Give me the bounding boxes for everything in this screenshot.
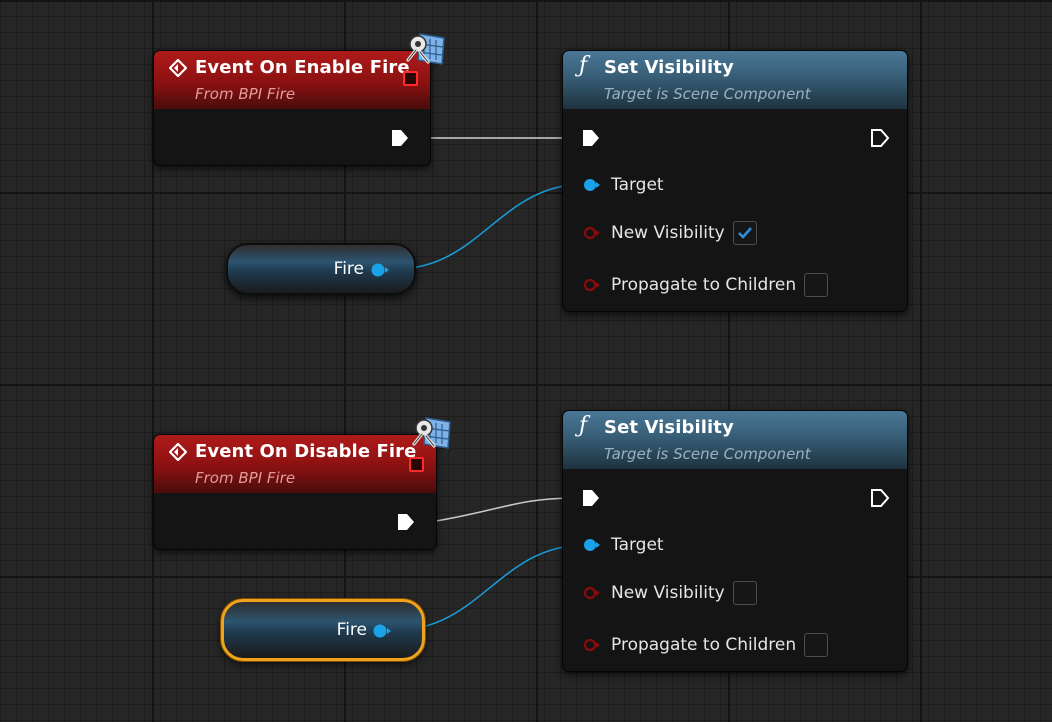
function-f-icon: ƒ [579,53,588,78]
event-node-subtitle: From BPI Fire [195,469,296,487]
variable-label: Fire [333,259,364,279]
object-pin-icon[interactable] [583,538,601,552]
event-node-title: Event On Disable Fire [195,441,417,462]
event-diamond-icon [169,59,187,77]
propagate-checkbox[interactable] [804,273,829,297]
exec-output-pin[interactable] [870,488,890,508]
event-node-header: Event On Enable Fire From BPI Fire [154,51,430,109]
function-node-set-visibility[interactable]: ƒ Set Visibility Target is Scene Compone… [562,50,908,312]
new-visibility-pin-row[interactable]: New Visibility [583,580,757,606]
event-diamond-icon [169,443,187,461]
target-pin-label: Target [611,175,664,195]
function-f-icon: ƒ [579,413,588,438]
target-wire[interactable] [395,183,586,270]
propagate-pin-label: Propagate to Children [611,275,797,295]
exec-input-pin[interactable] [581,488,601,508]
function-node-subtitle: Target is Scene Component [604,445,811,463]
event-node-subtitle: From BPI Fire [195,85,296,103]
object-pin-icon[interactable] [583,178,601,192]
exec-input-pin[interactable] [581,128,601,148]
target-pin-row[interactable]: Target [583,172,664,198]
variable-node-fire-selected[interactable]: Fire [221,599,425,661]
blueprint-graph-canvas[interactable]: Event On Enable Fire From BPI Fire ƒ Set… [0,0,1052,722]
new-visibility-pin-row[interactable]: New Visibility [583,220,757,246]
exec-output-pin[interactable] [390,128,410,148]
event-node-on-enable-fire[interactable]: Event On Enable Fire From BPI Fire [153,50,431,166]
exec-output-pin[interactable] [396,512,416,532]
exec-wire[interactable] [435,497,576,522]
variable-node-fire[interactable]: Fire [226,243,416,295]
object-pin-icon[interactable] [370,263,390,277]
event-delegate-pin[interactable] [409,457,424,472]
bool-pin-icon[interactable] [583,278,601,292]
propagate-pin-row[interactable]: Propagate to Children [583,632,829,658]
function-node-header: ƒ Set Visibility Target is Scene Compone… [563,51,907,109]
event-node-on-disable-fire[interactable]: Event On Disable Fire From BPI Fire [153,434,437,550]
propagate-pin-label: Propagate to Children [611,635,797,655]
function-node-subtitle: Target is Scene Component [604,85,811,103]
new-visibility-pin-label: New Visibility [611,223,725,243]
event-node-header: Event On Disable Fire From BPI Fire [154,435,436,493]
blueprint-interface-icon [412,417,451,449]
propagate-pin-row[interactable]: Propagate to Children [583,272,829,298]
new-visibility-pin-label: New Visibility [611,583,725,603]
event-delegate-pin[interactable] [403,71,418,86]
new-visibility-checkbox[interactable] [732,221,757,245]
bool-pin-icon[interactable] [583,638,601,652]
bool-pin-icon[interactable] [583,586,601,600]
new-visibility-checkbox[interactable] [732,581,757,605]
variable-label: Fire [336,620,367,640]
bool-pin-icon[interactable] [583,226,601,240]
function-node-header: ƒ Set Visibility Target is Scene Compone… [563,411,907,469]
event-node-title: Event On Enable Fire [195,57,410,78]
target-pin-label: Target [611,535,664,555]
object-pin-icon[interactable] [372,624,392,638]
function-node-title: Set Visibility [604,57,734,78]
propagate-checkbox[interactable] [804,633,829,657]
function-node-title: Set Visibility [604,417,734,438]
checkmark-icon [737,227,752,239]
function-node-set-visibility[interactable]: ƒ Set Visibility Target is Scene Compone… [562,410,908,672]
target-pin-row[interactable]: Target [583,532,664,558]
exec-output-pin[interactable] [870,128,890,148]
blueprint-interface-icon [406,33,445,65]
